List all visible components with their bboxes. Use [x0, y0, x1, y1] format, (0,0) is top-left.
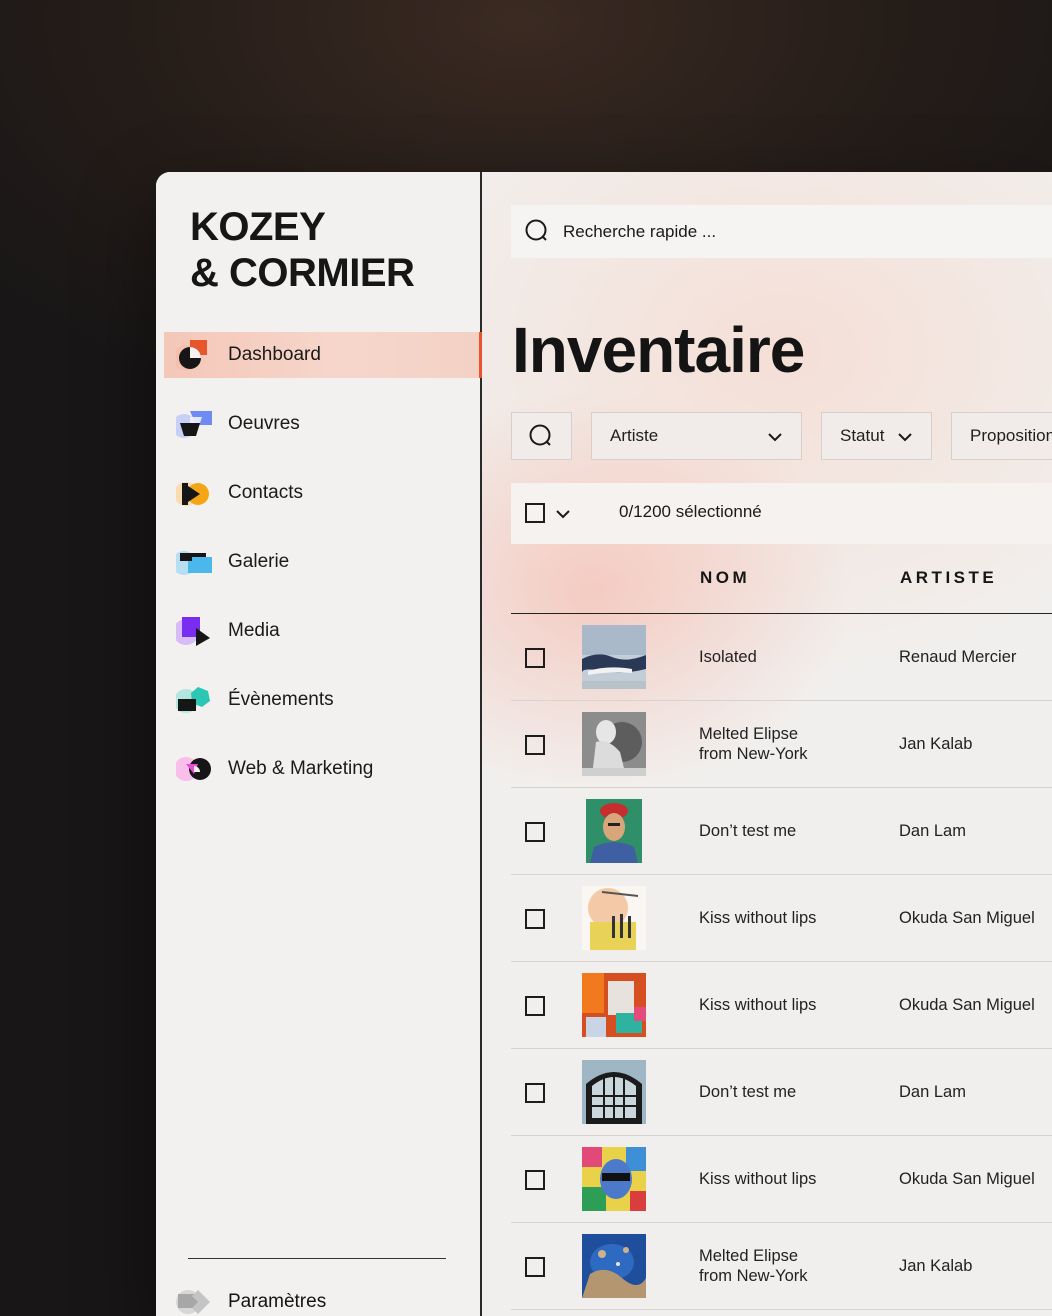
settings-icon: [176, 1290, 210, 1314]
artwork-name: Don’t test me: [699, 822, 797, 840]
table-row[interactable]: Melted Elipse from New-York Jan Kalab: [511, 701, 1052, 788]
filter-search-button[interactable]: [511, 412, 572, 460]
status-filter-label: Statut: [840, 426, 885, 445]
row-checkbox[interactable]: [525, 909, 545, 929]
evenements-icon: [176, 687, 210, 713]
table-row[interactable]: Melted Elipse from New-York Jan Kalab: [511, 1223, 1052, 1310]
artwork-artist: Jan Kalab: [899, 735, 973, 753]
sidebar-divider: [188, 1258, 446, 1259]
sidebar-item-label: Oeuvres: [228, 413, 300, 434]
row-checkbox[interactable]: [525, 822, 545, 842]
galerie-icon: [176, 551, 212, 575]
oeuvres-icon: [176, 411, 212, 438]
filter-bar: Artiste Statut Proposition: [511, 412, 1052, 460]
table-row[interactable]: Don’t test me Dan Lam: [511, 1049, 1052, 1136]
table-row[interactable]: Kiss without lips Okuda San Miguel: [511, 875, 1052, 962]
page-title: Inventaire: [512, 314, 805, 386]
brand-line-1: KOZEY: [190, 205, 326, 249]
artwork-artist: Okuda San Miguel: [899, 1170, 1035, 1188]
row-checkbox[interactable]: [525, 996, 545, 1016]
artwork-thumbnail[interactable]: [582, 1060, 646, 1124]
artwork-name: Melted Elipse from New-York: [699, 725, 808, 763]
chevron-down-icon[interactable]: [555, 506, 571, 522]
sidebar-item-contacts[interactable]: Contacts: [156, 470, 480, 516]
search-icon: [529, 424, 551, 446]
column-header-artiste[interactable]: ARTISTE: [900, 568, 997, 588]
proposition-filter-label: Proposition: [970, 426, 1052, 445]
selection-bar: 0/1200 sélectionné: [511, 483, 1052, 544]
chevron-down-icon: [768, 433, 782, 442]
table-row[interactable]: Isolated Renaud Mercier: [511, 614, 1052, 701]
proposition-filter-dropdown[interactable]: Proposition: [951, 412, 1052, 460]
artwork-name: Kiss without lips: [699, 1170, 817, 1188]
table-body: Isolated Renaud Mercier Melted Elipse fr…: [511, 614, 1052, 1310]
artist-filter-label: Artiste: [610, 426, 659, 445]
sidebar-item-label: Galerie: [228, 551, 290, 572]
selection-count: 0/1200 sélectionné: [619, 502, 762, 521]
sidebar-item-oeuvres[interactable]: Oeuvres: [156, 401, 480, 447]
artwork-artist: Renaud Mercier: [899, 648, 1017, 666]
column-header-nom[interactable]: NOM: [700, 568, 750, 588]
artwork-thumbnail[interactable]: [582, 973, 646, 1037]
sidebar-nav: Dashboard Oeuvres Contacts Galerie Media…: [156, 332, 482, 815]
search-placeholder: Recherche rapide ...: [563, 221, 717, 241]
app-window: KOZEY & CORMIER Dashboard Oeuvres Contac…: [156, 172, 1052, 1316]
sidebar-item-label: Contacts: [228, 482, 303, 503]
chevron-down-icon: [898, 433, 912, 442]
artwork-artist: Dan Lam: [899, 1083, 966, 1101]
row-checkbox[interactable]: [525, 648, 545, 668]
sidebar-item-galerie[interactable]: Galerie: [156, 539, 480, 585]
dashboard-icon: [176, 340, 207, 370]
artist-filter-dropdown[interactable]: Artiste: [591, 412, 802, 460]
select-all-checkbox[interactable]: [525, 503, 545, 523]
artwork-thumbnail[interactable]: [582, 712, 646, 776]
row-checkbox[interactable]: [525, 735, 545, 755]
sidebar-item-label: Media: [228, 620, 280, 641]
row-checkbox[interactable]: [525, 1083, 545, 1103]
sidebar-item-label: Web & Marketing: [228, 758, 374, 779]
sidebar-item-settings[interactable]: Paramètres: [156, 1282, 480, 1316]
artwork-artist: Jan Kalab: [899, 1257, 973, 1275]
artwork-thumbnail[interactable]: [582, 1234, 646, 1298]
row-checkbox[interactable]: [525, 1257, 545, 1277]
artwork-artist: Okuda San Miguel: [899, 909, 1035, 927]
brand-logo: KOZEY & CORMIER: [190, 204, 415, 296]
artwork-name: Melted Elipse from New-York: [699, 1247, 808, 1285]
table-row[interactable]: Don’t test me Dan Lam: [511, 788, 1052, 875]
sidebar-item-web-marketing[interactable]: Web & Marketing: [156, 746, 480, 792]
sidebar-item-media[interactable]: Media: [156, 608, 480, 654]
artwork-artist: Okuda San Miguel: [899, 996, 1035, 1014]
sidebar-item-evenements[interactable]: Évènements: [156, 677, 480, 723]
artwork-name: Kiss without lips: [699, 996, 817, 1014]
artwork-thumbnail[interactable]: [582, 1147, 646, 1211]
artwork-name: Isolated: [699, 648, 757, 666]
artwork-artist: Dan Lam: [899, 822, 966, 840]
row-checkbox[interactable]: [525, 1170, 545, 1190]
artwork-thumbnail[interactable]: [582, 625, 646, 689]
table-row[interactable]: Kiss without lips Okuda San Miguel: [511, 1136, 1052, 1223]
sidebar-item-dashboard[interactable]: Dashboard: [164, 332, 482, 378]
artwork-name: Kiss without lips: [699, 909, 817, 927]
search-icon: [525, 219, 547, 241]
artwork-name: Don’t test me: [699, 1083, 797, 1101]
sidebar-item-label: Dashboard: [228, 344, 321, 365]
table-row[interactable]: Kiss without lips Okuda San Miguel: [511, 962, 1052, 1049]
brand-line-2: & CORMIER: [190, 251, 415, 295]
contacts-icon: [176, 482, 209, 506]
web-marketing-icon: [176, 757, 211, 781]
sidebar: KOZEY & CORMIER Dashboard Oeuvres Contac…: [156, 172, 482, 1316]
sidebar-item-label: Évènements: [228, 689, 334, 710]
search-input[interactable]: Recherche rapide ...: [511, 205, 1052, 258]
settings-label: Paramètres: [228, 1291, 327, 1312]
status-filter-dropdown[interactable]: Statut: [821, 412, 932, 460]
main-content: Recherche rapide ... Inventaire Artiste …: [482, 172, 1052, 1316]
artwork-thumbnail[interactable]: [582, 886, 646, 950]
artwork-thumbnail[interactable]: [582, 799, 646, 863]
table-header: NOM ARTISTE: [511, 544, 1052, 614]
media-icon: [176, 617, 210, 646]
